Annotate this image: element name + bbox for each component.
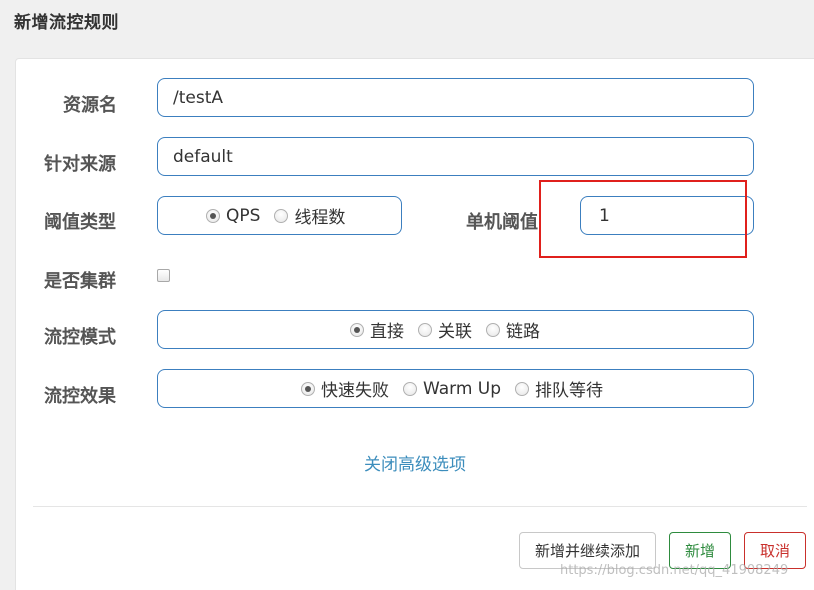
- resource-name-value: /testA: [173, 88, 224, 108]
- red-highlight-annotation: [539, 180, 747, 258]
- behavior-option-queue[interactable]: 排队等待: [515, 376, 603, 401]
- radio-checked-icon: [301, 381, 315, 396]
- behavior-option-fast-fail[interactable]: 快速失败: [301, 376, 389, 401]
- radio-unchecked-icon: [515, 381, 530, 396]
- strategy-radio-group: 直接 关联 链路: [157, 310, 754, 349]
- behavior-option-warm-up[interactable]: Warm Up: [403, 379, 501, 399]
- grade-option-qps[interactable]: QPS: [206, 206, 260, 226]
- strategy-label: 流控模式: [44, 327, 116, 348]
- watermark: https://blog.csdn.net/qq_41908249: [560, 563, 789, 578]
- strategy-option-chain[interactable]: 链路: [486, 317, 540, 342]
- control-behavior-label: 流控效果: [44, 386, 116, 407]
- strategy-option-relate[interactable]: 关联: [418, 317, 472, 342]
- resource-name-input[interactable]: /testA: [157, 78, 754, 117]
- strategy-option-direct[interactable]: 直接: [350, 317, 404, 342]
- radio-checked-icon: [206, 208, 220, 223]
- resource-name-label: 资源名: [63, 95, 117, 116]
- footer-divider: [33, 506, 807, 507]
- radio-unchecked-icon: [274, 208, 289, 223]
- grade-option-thread[interactable]: 线程数: [274, 203, 345, 228]
- limit-app-input[interactable]: default: [157, 137, 754, 176]
- grade-label: 阈值类型: [44, 212, 116, 233]
- radio-unchecked-icon: [403, 381, 417, 396]
- toggle-advanced-link[interactable]: 关闭高级选项: [364, 450, 466, 475]
- cluster-label: 是否集群: [44, 271, 116, 292]
- cluster-checkbox[interactable]: [157, 269, 170, 282]
- threshold-label: 单机阈值: [466, 212, 538, 233]
- radio-checked-icon: [350, 322, 364, 337]
- limit-app-label: 针对来源: [44, 154, 116, 175]
- grade-radio-group: QPS 线程数: [157, 196, 402, 235]
- radio-unchecked-icon: [486, 322, 500, 337]
- limit-app-value: default: [173, 147, 233, 167]
- radio-unchecked-icon: [418, 322, 432, 337]
- dialog-title: 新增流控规则: [14, 13, 119, 33]
- control-behavior-radio-group: 快速失败 Warm Up 排队等待: [157, 369, 754, 408]
